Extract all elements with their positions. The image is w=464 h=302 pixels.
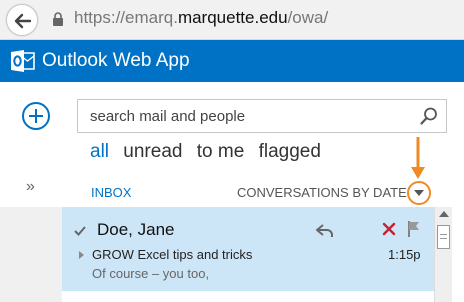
message-preview: Of course – you too, xyxy=(92,266,210,281)
checkmark-icon[interactable] xyxy=(74,226,86,236)
scroll-up-icon[interactable] xyxy=(439,211,449,217)
message-item[interactable]: Doe, Jane GROW Excel tips and tricks Of … xyxy=(62,207,434,291)
message-time: 1:15p xyxy=(388,247,421,262)
url-host: marquette.edu xyxy=(177,8,288,27)
filter-to-me[interactable]: to me xyxy=(197,141,245,163)
scroll-thumb[interactable] xyxy=(437,225,450,249)
lock-icon xyxy=(53,12,63,26)
url-suffix: /owa/ xyxy=(287,8,329,27)
search-input[interactable] xyxy=(90,106,410,126)
message-sender: Doe, Jane xyxy=(97,220,175,239)
back-button[interactable] xyxy=(6,4,38,36)
filter-bar: all unread to me flagged xyxy=(90,141,330,163)
app-title: Outlook Web App xyxy=(42,50,190,71)
search-icon[interactable] xyxy=(419,106,439,126)
folder-name: INBOX xyxy=(91,185,132,200)
filter-all[interactable]: all xyxy=(90,141,109,163)
back-arrow-icon xyxy=(14,13,32,29)
folder-rail xyxy=(0,207,62,302)
owa-page: https://emarq.marquette.edu/owa/ Outlook… xyxy=(0,0,464,302)
app-header: Outlook Web App xyxy=(0,40,464,82)
outlook-logo-icon xyxy=(11,50,35,72)
message-subject: GROW Excel tips and tricks xyxy=(92,247,253,262)
reply-icon[interactable] xyxy=(315,222,335,238)
expand-folders-button[interactable]: » xyxy=(26,178,35,196)
url-field[interactable]: https://emarq.marquette.edu/owa/ xyxy=(74,8,328,28)
annotation-arrow-icon xyxy=(411,137,425,179)
delete-icon[interactable] xyxy=(382,222,396,236)
arrange-by-label[interactable]: CONVERSATIONS BY DATE xyxy=(237,185,407,200)
search-box xyxy=(77,99,447,133)
message-list: Doe, Jane GROW Excel tips and tricks Of … xyxy=(62,207,434,302)
url-prefix: https://emarq. xyxy=(74,8,178,27)
message-list-scrollbar[interactable] xyxy=(434,207,452,302)
arrange-dropdown-button[interactable] xyxy=(407,181,431,205)
browser-address-bar: https://emarq.marquette.edu/owa/ xyxy=(0,0,464,40)
filter-flagged[interactable]: flagged xyxy=(259,141,321,163)
flag-icon[interactable] xyxy=(407,220,421,238)
expand-conversation-icon[interactable] xyxy=(79,251,84,259)
new-mail-button[interactable] xyxy=(22,102,50,130)
filter-unread[interactable]: unread xyxy=(123,141,182,163)
